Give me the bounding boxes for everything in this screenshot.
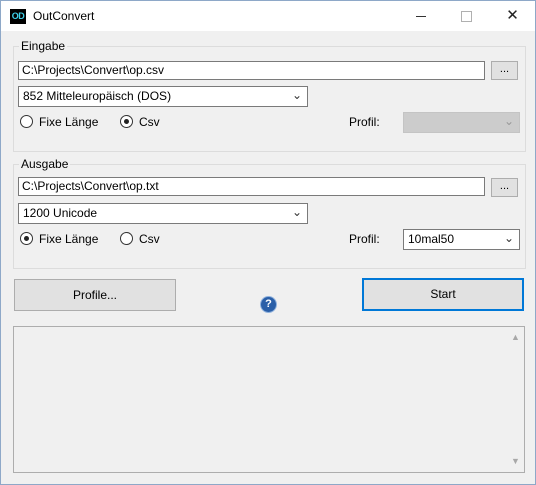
output-radio-csv[interactable]: Csv (120, 231, 170, 247)
app-window: OD OutConvert ✕ Eingabe C:\Projects\Conv… (0, 0, 536, 485)
input-radio-fixed-length-label: Fixe Länge (39, 115, 99, 129)
input-radio-csv-label: Csv (139, 115, 160, 129)
chevron-down-icon: ⌄ (291, 88, 302, 102)
maximize-button[interactable] (444, 1, 489, 31)
input-profile-select[interactable]: ⌄ (403, 112, 520, 133)
radio-circle-icon (120, 232, 133, 245)
radio-circle-icon (20, 115, 33, 128)
output-radio-csv-label: Csv (139, 232, 160, 246)
close-icon: ✕ (506, 7, 519, 24)
log-scrollbar[interactable]: ▲ ▼ (507, 327, 524, 472)
chevron-down-icon: ⌄ (503, 231, 514, 245)
scroll-down-icon[interactable]: ▼ (507, 453, 524, 470)
output-encoding-select[interactable]: 1200 Unicode ⌄ (18, 203, 308, 224)
profile-button[interactable]: Profile... (14, 279, 176, 311)
input-group-label: Eingabe (19, 39, 68, 53)
log-textarea[interactable]: ▲ ▼ (13, 326, 525, 473)
output-group-label: Ausgabe (19, 157, 71, 171)
input-encoding-select[interactable]: 852 Mitteleuropäisch (DOS) ⌄ (18, 86, 308, 107)
output-profile-value: 10mal50 (408, 232, 455, 246)
radio-circle-icon (20, 232, 33, 245)
maximize-icon (461, 11, 472, 23)
chevron-down-icon: ⌄ (291, 205, 302, 219)
input-profile-label: Profil: (349, 115, 380, 129)
output-encoding-value: 1200 Unicode (23, 206, 98, 220)
minimize-icon (415, 16, 426, 18)
output-profile-select[interactable]: 10mal50 ⌄ (403, 229, 520, 250)
output-profile-label: Profil: (349, 232, 380, 246)
input-radio-csv[interactable]: Csv (120, 114, 170, 130)
output-file-path-field[interactable]: C:\Projects\Convert\op.txt (18, 177, 485, 196)
radio-circle-icon (120, 115, 133, 128)
app-logo-icon: OD (10, 9, 26, 24)
scroll-up-icon[interactable]: ▲ (507, 329, 524, 346)
input-radio-fixed-length[interactable]: Fixe Länge (20, 114, 100, 130)
input-encoding-value: 852 Mitteleuropäisch (DOS) (23, 89, 172, 103)
minimize-button[interactable] (398, 1, 443, 31)
radio-selected-dot-icon (24, 236, 29, 241)
help-icon[interactable]: ? (261, 297, 276, 312)
start-button[interactable]: Start (362, 278, 524, 311)
window-title: OutConvert (33, 9, 95, 23)
radio-selected-dot-icon (124, 119, 129, 124)
chevron-down-icon: ⌄ (503, 114, 514, 128)
output-radio-fixed-length[interactable]: Fixe Länge (20, 231, 100, 247)
input-browse-button[interactable]: ... (491, 61, 518, 80)
output-browse-button[interactable]: ... (491, 178, 518, 197)
title-bar[interactable]: OD OutConvert ✕ (1, 1, 535, 31)
input-file-path-field[interactable]: C:\Projects\Convert\op.csv (18, 61, 485, 80)
close-button[interactable]: ✕ (490, 1, 535, 31)
output-radio-fixed-length-label: Fixe Länge (39, 232, 99, 246)
